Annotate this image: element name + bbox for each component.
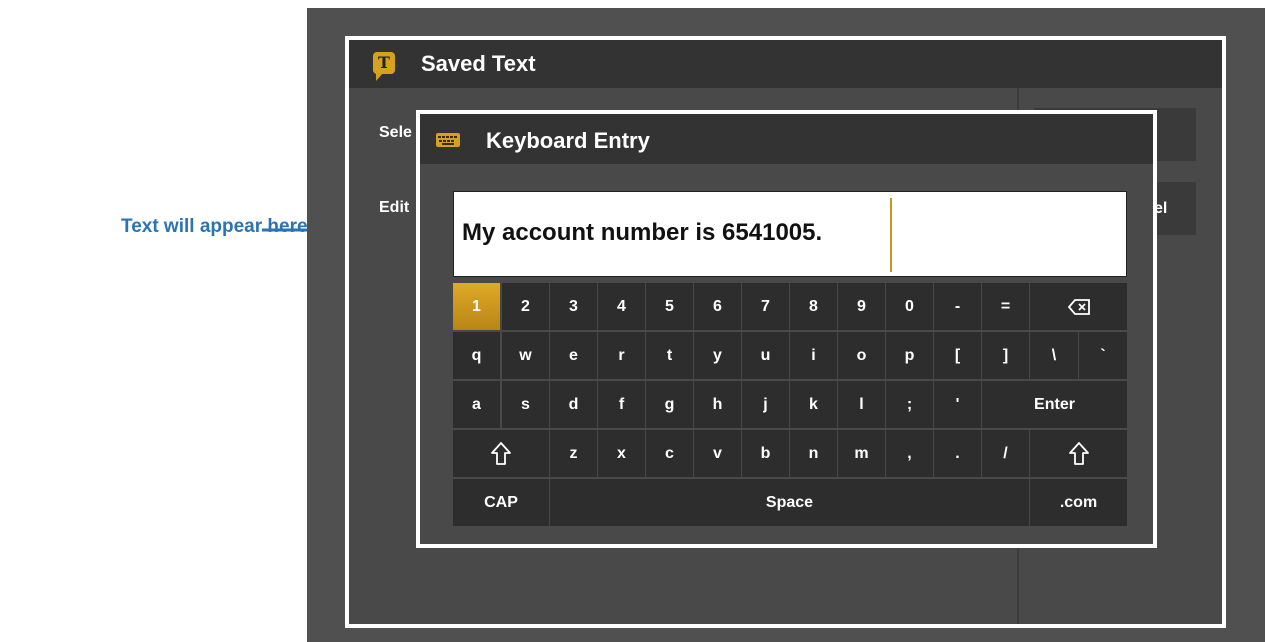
key-semicolon[interactable]: ; <box>886 381 933 428</box>
key-w[interactable]: w <box>502 332 549 379</box>
key-space[interactable]: Space <box>550 479 1029 526</box>
key-shift-left[interactable] <box>453 430 549 477</box>
key-6[interactable]: 6 <box>694 283 741 330</box>
key-4[interactable]: 4 <box>598 283 645 330</box>
key-apostrophe[interactable]: ' <box>934 381 981 428</box>
backspace-icon <box>1067 298 1090 315</box>
key-f[interactable]: f <box>598 381 645 428</box>
key-comma[interactable]: , <box>886 430 933 477</box>
key-i[interactable]: i <box>790 332 837 379</box>
key-y[interactable]: y <box>694 332 741 379</box>
key-x[interactable]: x <box>598 430 645 477</box>
key-e[interactable]: e <box>550 332 597 379</box>
key-q[interactable]: q <box>453 332 500 379</box>
key-slash[interactable]: / <box>982 430 1029 477</box>
key-7[interactable]: 7 <box>742 283 789 330</box>
key-backtick[interactable]: ` <box>1079 332 1127 379</box>
key-b[interactable]: b <box>742 430 789 477</box>
key-left-bracket[interactable]: [ <box>934 332 981 379</box>
key-cap[interactable]: CAP <box>453 479 549 526</box>
key-0[interactable]: 0 <box>886 283 933 330</box>
key-1[interactable]: 1 <box>453 283 500 330</box>
key-k[interactable]: k <box>790 381 837 428</box>
text-caret <box>890 198 892 272</box>
key-3[interactable]: 3 <box>550 283 597 330</box>
key-shift-right[interactable] <box>1030 430 1127 477</box>
key-enter[interactable]: Enter <box>982 381 1127 428</box>
key-l[interactable]: l <box>838 381 885 428</box>
key-s[interactable]: s <box>502 381 549 428</box>
key-equals[interactable]: = <box>982 283 1029 330</box>
key-u[interactable]: u <box>742 332 789 379</box>
key-a[interactable]: a <box>453 381 500 428</box>
key-dotcom[interactable]: .com <box>1030 479 1127 526</box>
key-m[interactable]: m <box>838 430 885 477</box>
key-j[interactable]: j <box>742 381 789 428</box>
key-d[interactable]: d <box>550 381 597 428</box>
key-9[interactable]: 9 <box>838 283 885 330</box>
key-p[interactable]: p <box>886 332 933 379</box>
key-r[interactable]: r <box>598 332 645 379</box>
key-g[interactable]: g <box>646 381 693 428</box>
key-2[interactable]: 2 <box>502 283 549 330</box>
key-period[interactable]: . <box>934 430 981 477</box>
key-right-bracket[interactable]: ] <box>982 332 1029 379</box>
key-h[interactable]: h <box>694 381 741 428</box>
keyboard-icon <box>436 133 460 147</box>
key-backslash[interactable]: \ <box>1030 332 1078 379</box>
key-5[interactable]: 5 <box>646 283 693 330</box>
keyboard-entry-header: Keyboard Entry <box>420 114 1153 164</box>
keyboard-entry-dialog: Keyboard Entry My account number is 6541… <box>416 110 1157 548</box>
text-entry-field[interactable]: My account number is 6541005. <box>453 191 1127 277</box>
key-minus[interactable]: - <box>934 283 981 330</box>
key-8[interactable]: 8 <box>790 283 837 330</box>
shift-icon <box>491 441 511 465</box>
keyboard-entry-title: Keyboard Entry <box>486 128 650 153</box>
key-c[interactable]: c <box>646 430 693 477</box>
shift-icon <box>1068 441 1089 465</box>
key-z[interactable]: z <box>550 430 597 477</box>
text-entry-value: My account number is 6541005. <box>462 219 823 246</box>
key-t[interactable]: t <box>646 332 693 379</box>
key-v[interactable]: v <box>694 430 741 477</box>
key-n[interactable]: n <box>790 430 837 477</box>
key-o[interactable]: o <box>838 332 885 379</box>
key-backspace[interactable] <box>1030 283 1127 330</box>
